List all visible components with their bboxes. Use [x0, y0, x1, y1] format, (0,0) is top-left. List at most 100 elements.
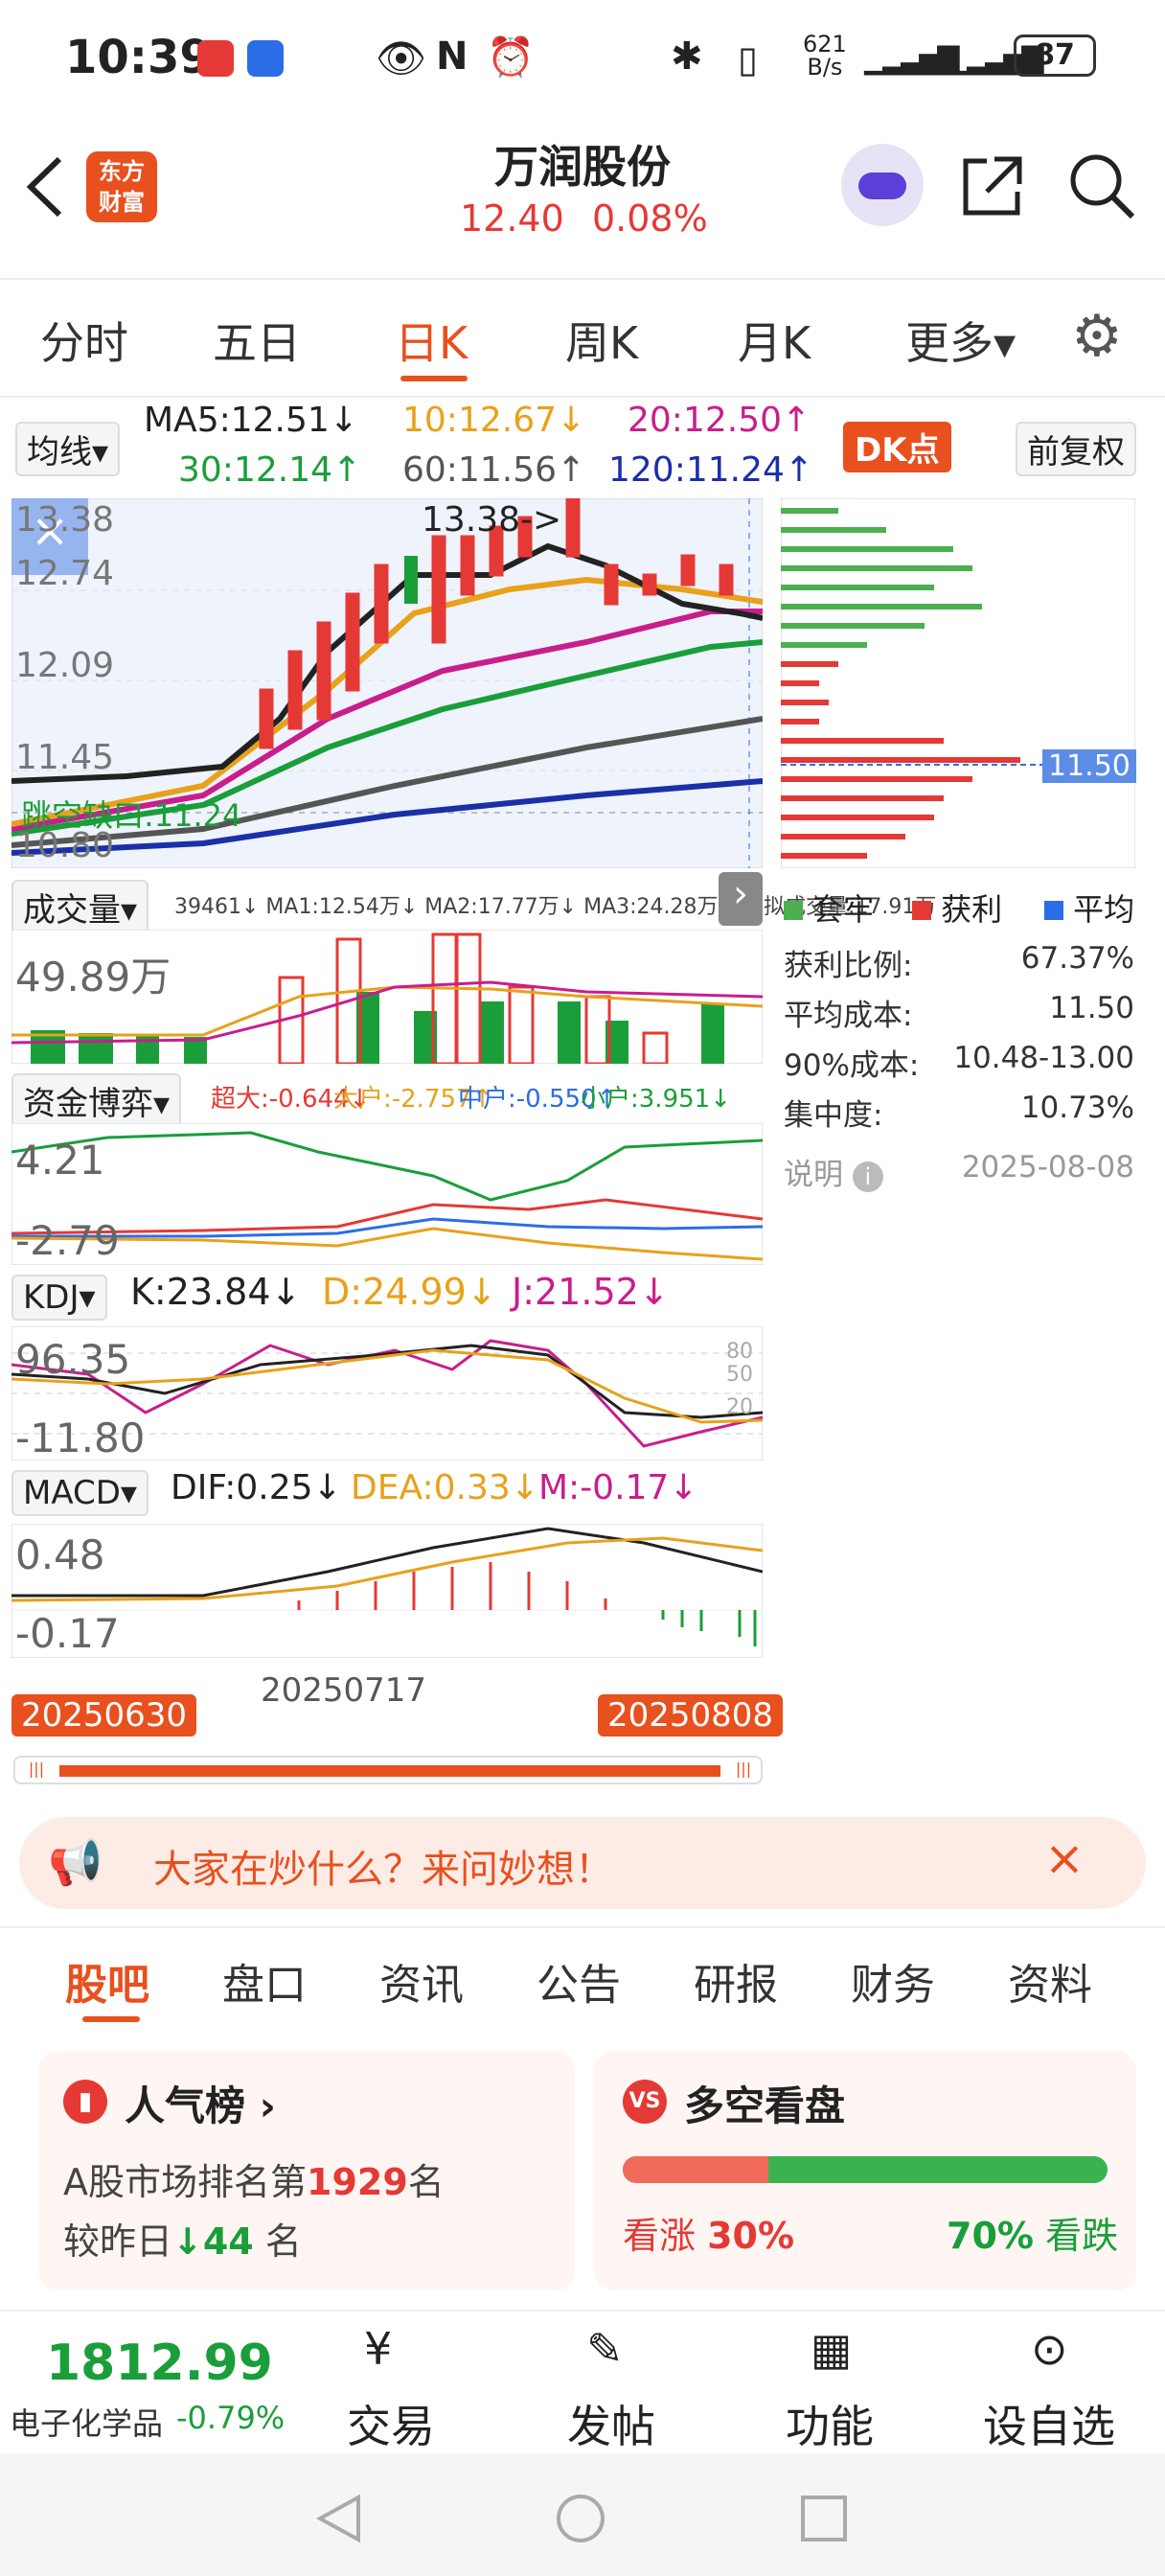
kdj-y-min: -11.80 — [15, 1414, 146, 1461]
fund-small: 小户:3.951↓ — [581, 1085, 731, 1114]
share-icon[interactable] — [958, 151, 1027, 220]
kdj-selector[interactable]: KDJ▾ — [11, 1275, 107, 1321]
industry-index-value[interactable]: 1812.99 — [46, 2334, 273, 2392]
nav-watchlist[interactable]: 设自选 — [983, 2392, 1115, 2455]
alarm-icon: ⏰ — [487, 35, 535, 80]
ask-banner[interactable]: 📢 大家在炒什么？来问妙想！ × — [19, 1817, 1146, 1909]
megaphone-icon: 📢 — [48, 1836, 103, 1888]
industry-name[interactable]: 电子化学品 — [10, 2400, 163, 2444]
kdj-y-max: 96.35 — [15, 1336, 131, 1383]
note-link[interactable]: 说明 i — [784, 1150, 883, 1193]
search-icon[interactable] — [1065, 150, 1138, 222]
change-value: 44 — [202, 2220, 254, 2263]
tab-profile[interactable]: 资料 — [1008, 1950, 1092, 2012]
tab-pankou[interactable]: 盘口 — [222, 1950, 307, 2012]
info-icon: i — [852, 1162, 883, 1192]
kline-y-4: 11.45 — [15, 738, 115, 777]
kline-y-2: 12.74 — [15, 554, 115, 593]
stock-header: 东方 财富 万润股份 12.40 0.08% — [0, 115, 1165, 259]
rank-value: 1929 — [307, 2161, 408, 2203]
settings-gear-icon[interactable]: ⚙ — [1071, 303, 1123, 370]
ma60-value: 60:11.56↑ — [402, 450, 586, 490]
fund-y-max: 4.21 — [15, 1137, 105, 1184]
macd-m: M:-0.17↓ — [538, 1468, 698, 1507]
bear-pct: 70% — [947, 2215, 1034, 2257]
kdj-j: J:21.52↓ — [512, 1271, 670, 1313]
legend-average-label: 平均 — [1073, 891, 1135, 928]
ma120-value: 120:11.24↑ — [608, 450, 814, 490]
tab-announcement[interactable]: 公告 — [537, 1950, 621, 2012]
kdj-d: D:24.99↓ — [322, 1271, 497, 1313]
expand-arrow-icon[interactable]: › — [719, 872, 763, 926]
high-price-marker: 13.38-> — [422, 500, 562, 540]
fund-y-min: -2.79 — [15, 1217, 120, 1264]
concentration-value: 10.73% — [1020, 1091, 1134, 1125]
legend-average-swatch — [1044, 901, 1063, 920]
kdj-k: K:23.84↓ — [130, 1271, 302, 1313]
bull-bear-card[interactable]: VS 多空看盘 看涨 30% 70% 看跌 — [594, 2051, 1136, 2290]
fund-selector[interactable]: 资金博弈▾ — [11, 1073, 182, 1128]
macd-y-min: -0.17 — [15, 1610, 120, 1657]
popularity-title: 人气榜 › — [125, 2082, 276, 2129]
change-prefix: 较昨日 — [63, 2220, 173, 2263]
bull-bear-bar — [623, 2156, 1108, 2183]
system-recents-icon[interactable] — [797, 2492, 851, 2545]
system-back-icon[interactable] — [312, 2492, 366, 2545]
popularity-rank-line: A股市场排名第1929名 — [63, 2152, 445, 2205]
legend-profit-swatch — [912, 901, 931, 920]
macd-dea: DEA:0.33↓ — [351, 1468, 539, 1507]
tab-research[interactable]: 研报 — [694, 1950, 778, 2012]
tab-minute[interactable]: 分时 — [40, 309, 128, 372]
tab-five-day[interactable]: 五日 — [213, 309, 301, 372]
ma10-value: 10:12.67↓ — [402, 401, 586, 440]
tab-monthly-k[interactable]: 月K — [738, 309, 811, 372]
status-bar: 10:39 👁 N ⏰ ✱ ▯ 621 B/s ▁▂▃▅▇ ▁▂▃▅▇ 87 — [0, 0, 1165, 115]
ma5-value: MA5:12.51↓ — [144, 401, 358, 440]
popularity-card[interactable]: ▮ 人气榜 › A股市场排名第1929名 较昨日↓44 名 — [38, 2051, 575, 2290]
tab-guba[interactable]: 股吧 — [65, 1950, 149, 2012]
tab-weekly-k[interactable]: 周K — [565, 309, 638, 372]
status-time: 10:39 — [65, 31, 212, 84]
chip-distribution-chart[interactable] — [781, 498, 1135, 868]
nav-functions[interactable]: 功能 — [786, 2392, 874, 2455]
change-suffix: 名 — [264, 2220, 302, 2263]
functions-icon: ▦ — [811, 2323, 853, 2375]
range-handle-left[interactable]: ||| — [19, 1760, 54, 1781]
banner-close-icon[interactable]: × — [1044, 1830, 1085, 1886]
concentration-label: 集中度: — [784, 1098, 883, 1133]
kline-y-3: 12.09 — [15, 646, 115, 685]
fund-game-chart — [11, 1123, 763, 1265]
avg-cost-tag: 11.50 — [1042, 749, 1136, 783]
bull-bar-fill — [623, 2156, 768, 2183]
cost90-label: 90%成本: — [784, 1048, 920, 1083]
system-home-icon[interactable] — [554, 2492, 607, 2545]
more-dots-icon: ⊙ — [1031, 2323, 1068, 2375]
macd-selector[interactable]: MACD▾ — [11, 1470, 148, 1516]
volume-selector[interactable]: 成交量▾ — [11, 880, 149, 934]
popularity-icon: ▮ — [63, 2080, 107, 2124]
range-handle-right[interactable]: ||| — [726, 1760, 761, 1781]
dk-point-button[interactable]: DK点 — [843, 422, 951, 472]
nav-post[interactable]: 发帖 — [567, 2392, 655, 2455]
note-row: 说明 i 2025-08-08 — [784, 1150, 1134, 1193]
legend-trapped-label: 套牢 — [812, 891, 875, 928]
ma-selector[interactable]: 均线▾ — [15, 422, 121, 476]
rank-suffix: 名 — [407, 2161, 445, 2203]
tab-news[interactable]: 资讯 — [379, 1950, 464, 2012]
tab-daily-k[interactable]: 日K — [395, 309, 468, 372]
note-label: 说明 — [784, 1158, 843, 1192]
nav-trade[interactable]: 交易 — [347, 2392, 435, 2455]
ai-assistant-icon[interactable] — [841, 144, 924, 226]
profit-ratio-row: 获利比例: 67.37% — [784, 941, 1134, 991]
avg-cost-row: 平均成本: 11.50 — [784, 991, 1134, 1041]
bull-label: 看涨 — [623, 2215, 697, 2257]
range-slider[interactable]: ||| ||| — [13, 1756, 763, 1784]
adjust-button[interactable]: 前复权 — [1016, 422, 1136, 476]
ma20-value: 20:12.50↑ — [628, 401, 811, 440]
profit-ratio-label: 获利比例: — [784, 949, 913, 983]
kdj-level-80: 80 — [726, 1340, 753, 1364]
tab-finance[interactable]: 财务 — [851, 1950, 935, 2012]
tab-more[interactable]: 更多▾ — [905, 309, 1016, 372]
signal-icon: ▁▂▃▅▇ — [864, 42, 959, 76]
cost90-row: 90%成本: 10.48-13.00 — [784, 1041, 1134, 1091]
